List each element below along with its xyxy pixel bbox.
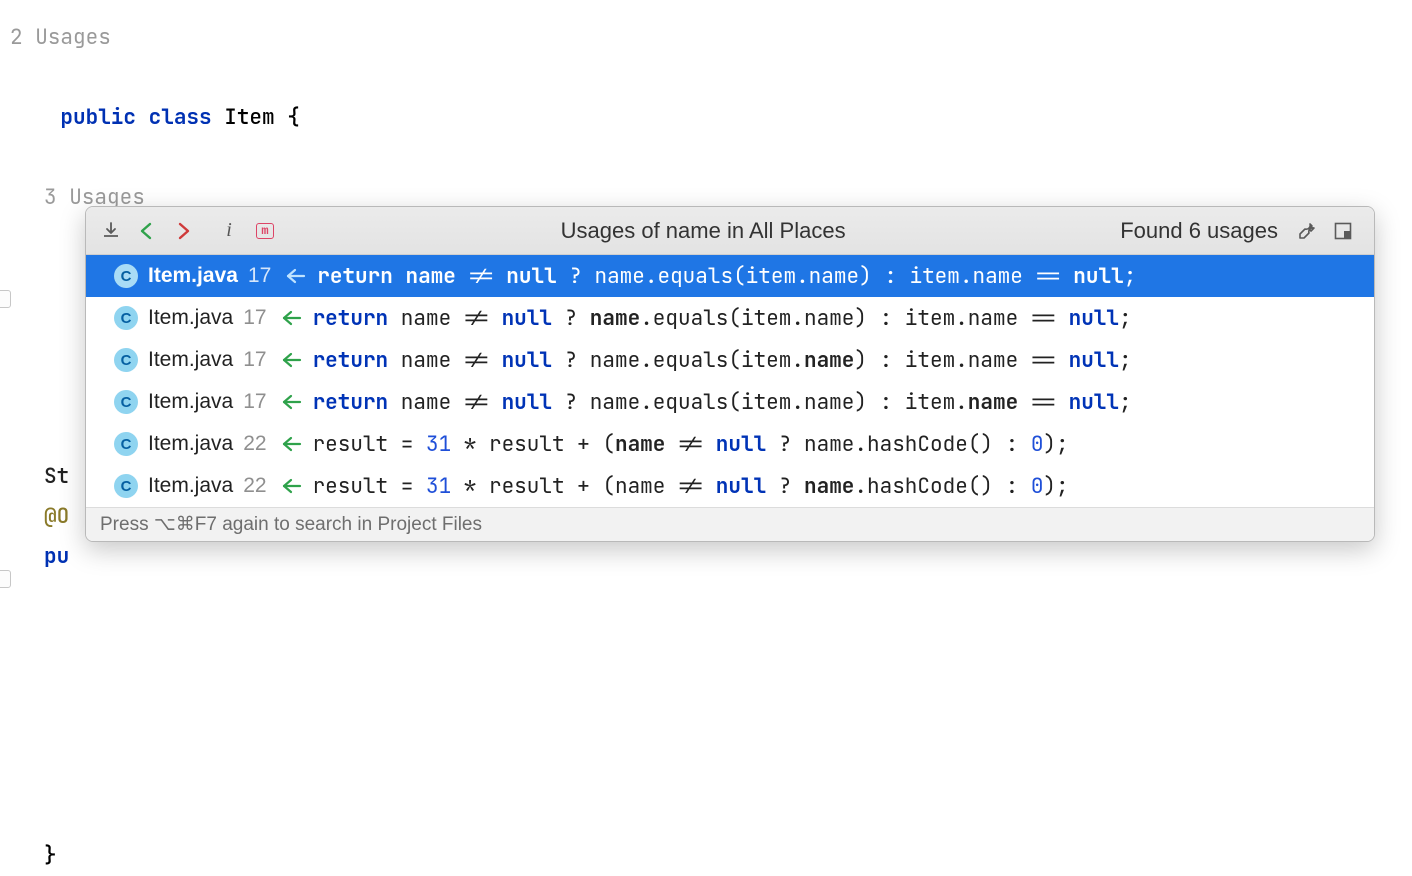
class-icon: C: [114, 474, 138, 498]
class-icon: C: [114, 348, 138, 372]
usages-found-label: Found 6 usages: [1120, 218, 1278, 244]
read-access-icon: [281, 352, 303, 368]
class-icon: C: [114, 432, 138, 456]
next-occurrence-icon[interactable]: [168, 216, 198, 246]
code-line: public class Item {: [10, 58, 1412, 178]
usage-row[interactable]: C Item.java 22 result = 31 * result + (name…: [86, 423, 1374, 465]
usage-line-number: 17: [248, 264, 271, 288]
usages-popup-title: Usages of name in All Places: [286, 218, 1120, 244]
read-access-icon: [281, 478, 303, 494]
usage-file-label: Item.java: [148, 264, 238, 288]
usage-snippet: return name != null ? name.equals(item.n…: [317, 263, 1136, 290]
usage-line-number: 22: [243, 432, 266, 456]
usage-file-label: Item.java: [148, 390, 233, 414]
usage-file-label: Item.java: [148, 474, 233, 498]
usage-row[interactable]: C Item.java 17 return name != null ? name.e…: [86, 381, 1374, 423]
class-icon: C: [114, 390, 138, 414]
usages-toolbar: i m Usages of name in All Places Found 6…: [86, 207, 1374, 255]
usage-line-number: 17: [243, 306, 266, 330]
prev-occurrence-icon[interactable]: [132, 216, 162, 246]
usage-snippet: return name != null ? name.equals(item.n…: [313, 305, 1132, 332]
usages-list: CItem.java17return name != null ? name.e…: [86, 255, 1374, 507]
wrench-icon[interactable]: [1292, 216, 1322, 246]
pin-window-icon[interactable]: [1328, 216, 1358, 246]
method-icon[interactable]: m: [250, 216, 280, 246]
read-access-icon: [281, 436, 303, 452]
usages-hint[interactable]: 2 Usages: [10, 18, 1412, 58]
code-line: }: [10, 836, 1412, 876]
class-icon: C: [114, 264, 138, 288]
usage-snippet: return name != null ? name.equals(item.n…: [313, 347, 1132, 374]
usage-file-label: Item.java: [148, 306, 233, 330]
usage-line-number: 22: [243, 474, 266, 498]
usage-snippet: result = 31 * result + (name != null ? n…: [313, 473, 1069, 500]
usage-line-number: 17: [243, 348, 266, 372]
usages-popup: i m Usages of name in All Places Found 6…: [85, 206, 1375, 542]
gutter-override-icon[interactable]: [0, 570, 11, 588]
info-icon[interactable]: i: [214, 216, 244, 246]
read-access-icon: [285, 268, 307, 284]
usage-row[interactable]: C Item.java 17 return name != null ? name.e…: [86, 255, 1374, 297]
usage-snippet: result = 31 * result + (name != null ? n…: [313, 431, 1069, 458]
usage-file-label: Item.java: [148, 348, 233, 372]
gutter-override-icon[interactable]: [0, 290, 11, 308]
usage-file-label: Item.java: [148, 432, 233, 456]
usage-line-number: 17: [243, 390, 266, 414]
usage-row[interactable]: C Item.java 22 result = 31 * result + (name…: [86, 465, 1374, 507]
usage-row[interactable]: C Item.java 17 return name != null ? name.e…: [86, 339, 1374, 381]
usages-footer: Press ⌥⌘F7 again to search in Project Fi…: [86, 507, 1374, 541]
read-access-icon: [281, 394, 303, 410]
class-icon: C: [114, 306, 138, 330]
code-line: pu: [10, 537, 1412, 577]
open-in-tool-window-icon[interactable]: [96, 216, 126, 246]
read-access-icon: [281, 310, 303, 326]
usage-snippet: return name != null ? name.equals(item.n…: [313, 389, 1132, 416]
usage-row[interactable]: C Item.java 17 return name != null ? name.e…: [86, 297, 1374, 339]
